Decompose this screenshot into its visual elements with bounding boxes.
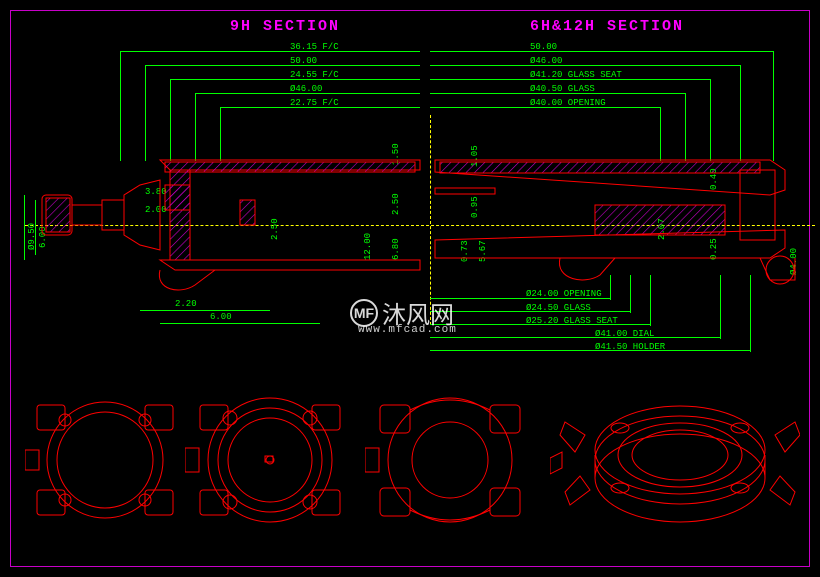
dim-label: 36.15 F/C: [290, 42, 339, 52]
dim-line: [430, 350, 750, 351]
dim-line: [24, 195, 25, 260]
dim-label: Ø41.20 GLASS SEAT: [530, 70, 622, 80]
dim-label: Ø40.50 GLASS: [530, 84, 595, 94]
section-title-left: 9H SECTION: [230, 18, 340, 35]
plan-view-3: [365, 370, 535, 550]
dim-label: Ø41.00 DIAL: [595, 329, 654, 339]
dim-label: 50.00: [530, 42, 557, 52]
dim-label: 22.75 F/C: [290, 98, 339, 108]
dim-label: 24.55 F/C: [290, 70, 339, 80]
isometric-view: [550, 380, 800, 555]
dim-line: [430, 65, 740, 66]
dim-label: Ø46.00: [530, 56, 562, 66]
dim-line: [145, 65, 420, 66]
watermark-url: www.mfcad.com: [358, 324, 457, 336]
dim-label: Ø41.50 HOLDER: [595, 342, 665, 352]
dim-label: 50.00: [290, 56, 317, 66]
section-title-right: 6H&12H SECTION: [530, 18, 684, 35]
dim-line: [430, 337, 720, 338]
dim-label: Ø40.00 OPENING: [530, 98, 606, 108]
dim-line: [430, 51, 773, 52]
dim-line: [140, 310, 270, 311]
dim-line: [160, 323, 320, 324]
dim-line: [120, 51, 420, 52]
dim-line: [35, 200, 36, 255]
dim-label: Ø25.20 GLASS SEAT: [526, 316, 618, 326]
dim-label: Ø46.00: [290, 84, 322, 94]
plan-view-1: [25, 370, 180, 550]
watermark-icon: MF: [350, 299, 378, 327]
dim-label: 6.00: [210, 312, 232, 322]
plan-view-2: [185, 370, 355, 550]
section-view: [40, 140, 800, 310]
